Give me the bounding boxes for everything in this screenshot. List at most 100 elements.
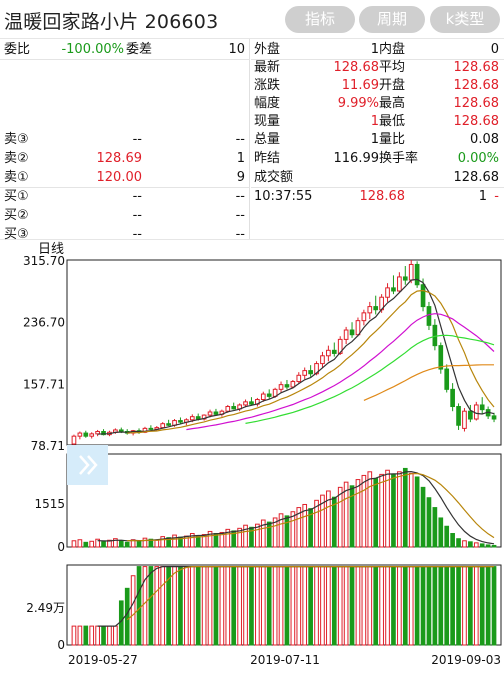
candle-body <box>225 406 231 412</box>
buy-label: 买① <box>4 189 29 204</box>
sell-label: 卖② <box>4 151 29 166</box>
volume-bar <box>473 542 479 548</box>
stat-value-2: 128.68 <box>453 170 500 185</box>
y-tick-label: 157.71 <box>23 377 65 391</box>
stat-value: 128.68 <box>333 60 380 75</box>
y-tick-label: 315.70 <box>23 254 65 268</box>
volume-bar <box>462 540 467 548</box>
amount-bar <box>219 566 225 646</box>
candle-body <box>462 410 467 429</box>
volume-bar <box>160 536 166 548</box>
candle-body <box>284 384 290 388</box>
amount-bar <box>237 566 242 646</box>
tab-indicators[interactable]: 指标 <box>285 6 355 33</box>
stat-value: 1 <box>370 132 379 147</box>
candle-body <box>456 406 461 426</box>
stat-value: 1 <box>370 42 379 57</box>
amount-bar <box>231 566 237 646</box>
candle-body <box>367 306 373 314</box>
x-tick-label: 2019-05-27 <box>68 653 138 667</box>
amount-bar <box>278 566 284 646</box>
volume-bar <box>408 472 414 548</box>
candle-body <box>308 370 313 375</box>
weibi-row: 委比 -100.00% 委差 10 <box>0 41 250 58</box>
buy-row[interactable]: 买① -- -- <box>0 188 250 205</box>
volume-tick-label: 1515 <box>34 497 65 511</box>
volume-tick-label: 0 <box>57 540 65 554</box>
amount-bar <box>195 566 201 646</box>
volume-bar <box>450 533 455 548</box>
amount-bar <box>225 566 231 646</box>
trade-volume: 1 <box>478 189 487 204</box>
candle-body <box>243 401 248 406</box>
candle-body <box>266 393 272 397</box>
tab-period[interactable]: 周期 <box>359 6 425 33</box>
stat-label: 最新 <box>254 60 281 75</box>
candle-body <box>420 284 426 308</box>
buy-volume: -- <box>235 208 245 223</box>
amount-bar <box>77 625 83 646</box>
stat-value-2: 128.68 <box>453 60 500 75</box>
amount-bar <box>243 566 248 646</box>
amount-bar <box>71 625 77 646</box>
quote-panel: 委比 -100.00% 委差 10 卖③ -- -- 卖② 128.69 1 卖① 120.0… <box>0 38 504 242</box>
amount-bar <box>83 625 89 646</box>
candle-body <box>213 411 219 415</box>
candle-body <box>278 384 284 390</box>
tab-k-type[interactable]: k类型 <box>430 6 500 33</box>
stat-value-2: 0.08 <box>470 132 499 147</box>
kline-chart-area[interactable]: 日线 315.70 236.70 157.71 78.71 1515 0 2.49万 0 2019… <box>0 240 504 669</box>
candle-body <box>479 404 485 411</box>
sell-row[interactable]: 卖② 128.69 1 <box>0 150 250 167</box>
buy-row[interactable]: 买② -- -- <box>0 207 250 224</box>
amount-bar <box>456 566 461 646</box>
amount-bar <box>462 566 467 646</box>
candle-body <box>326 349 331 357</box>
stat-label: 涨跌 <box>254 78 281 93</box>
stat-label-2: 最高 <box>379 96 406 111</box>
amount-bar <box>124 587 130 646</box>
candle-body <box>231 406 237 410</box>
amount-bar <box>178 566 183 646</box>
kline-chart[interactable]: 日线315.70236.70157.7178.71151502.49万02019… <box>0 240 504 669</box>
candle-body <box>361 312 367 322</box>
volume-bar <box>124 541 130 548</box>
volume-bar <box>266 521 272 548</box>
stat-label: 幅度 <box>254 96 281 111</box>
sell-row[interactable]: 卖③ -- -- <box>0 131 250 148</box>
amount-bar <box>373 566 379 646</box>
stat-label-2: 最低 <box>379 114 406 129</box>
volume-bar <box>420 486 426 548</box>
x-tick-label: 2019-09-03 <box>431 653 501 667</box>
volume-bar <box>172 534 177 548</box>
amount-bar <box>272 566 278 646</box>
weibi-value: -100.00% <box>61 42 124 57</box>
amount-bar <box>479 566 485 646</box>
volume-bar <box>426 497 432 548</box>
volume-bar <box>355 479 361 548</box>
volume-bar <box>71 540 77 548</box>
volume-bar <box>402 467 408 548</box>
volume-bar <box>260 519 266 548</box>
stat-row: 现量 1 最低 128.68 <box>251 113 504 130</box>
amount-bar <box>361 566 367 646</box>
trade-row[interactable]: 10:37:55 128.68 1- <box>251 188 504 205</box>
amount-bar <box>326 566 331 646</box>
stat-row: 外盘 1 内盘 0 <box>251 41 504 58</box>
stat-label-2: 开盘 <box>379 78 406 93</box>
amount-bar <box>107 625 112 646</box>
stat-value-2: 128.68 <box>453 96 500 111</box>
amount-bar <box>349 566 355 646</box>
stats-panel: 外盘 1 内盘 0 最新 128.68 平均 128.68 涨跌 11.69 开盘 128.68 幅度 9… <box>251 39 504 239</box>
stat-label: 总量 <box>254 132 281 147</box>
candle-body <box>148 427 154 430</box>
candle-body <box>491 415 497 420</box>
volume-bar <box>136 540 142 548</box>
volume-bar <box>154 539 160 548</box>
stat-row: 总量 1 量比 0.08 <box>251 131 504 148</box>
volume-bar <box>284 515 290 548</box>
amount-bar <box>367 566 373 646</box>
sell-row[interactable]: 卖① 120.00 9 <box>0 169 250 186</box>
sell-price: -- <box>132 132 142 147</box>
sell-volume: 1 <box>236 151 245 166</box>
